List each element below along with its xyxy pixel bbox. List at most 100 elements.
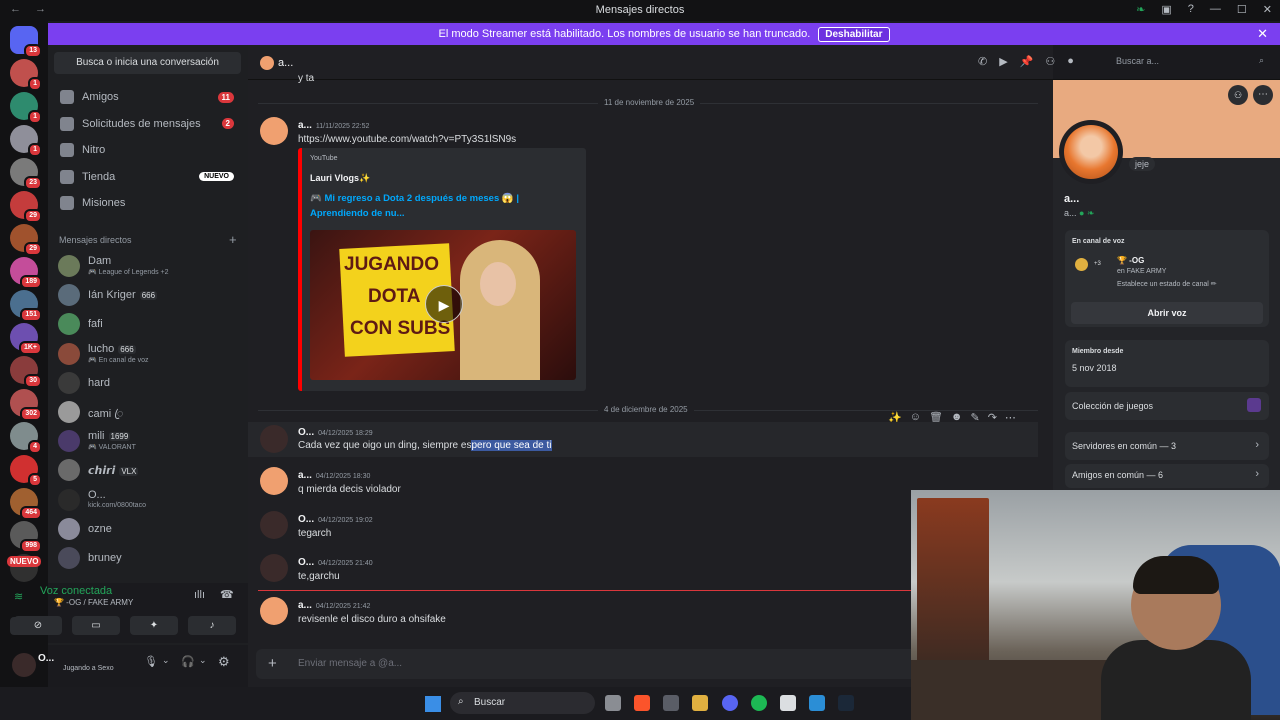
message-text[interactable]: te,garchu bbox=[298, 571, 340, 582]
voice-channel-name[interactable]: 🏆 -OG bbox=[1117, 256, 1144, 265]
server-icon[interactable]: 189 bbox=[10, 257, 42, 289]
dm-item[interactable]: fafi bbox=[58, 310, 238, 338]
disconnect-icon[interactable]: ☎ bbox=[220, 588, 234, 601]
message-text[interactable]: Cada vez que oigo un ding, siempre esper… bbox=[298, 440, 552, 451]
message-avatar[interactable] bbox=[260, 117, 288, 145]
taskbar-search[interactable]: ⌕ Buscar bbox=[450, 692, 595, 714]
minimize-icon[interactable]: — bbox=[1210, 3, 1221, 16]
dm-item[interactable]: O... kick.com/0800taco bbox=[58, 486, 238, 514]
help-icon[interactable]: ? bbox=[1188, 3, 1194, 16]
message-author[interactable]: O... 04/12/2025 18:29 bbox=[298, 427, 373, 438]
message-author[interactable]: a... 11/11/2025 22:52 bbox=[298, 120, 369, 131]
message-avatar[interactable] bbox=[260, 425, 288, 453]
dm-item[interactable]: mili 1699 🎮 VALORANT bbox=[58, 427, 238, 455]
message[interactable]: O... 04/12/2025 18:29 Cada vez que oigo u… bbox=[248, 422, 1038, 457]
disable-streamer-button[interactable]: Deshabilitar bbox=[818, 26, 890, 42]
chevron-down-icon[interactable]: ⌄ bbox=[199, 655, 207, 666]
server-icon[interactable]: 5 bbox=[10, 455, 42, 487]
dm-item[interactable]: lucho 666 🎮 En canal de voz bbox=[58, 340, 238, 368]
spotify-icon[interactable] bbox=[751, 695, 767, 711]
message-avatar[interactable] bbox=[260, 467, 288, 495]
play-icon[interactable]: ▶ bbox=[425, 285, 463, 323]
server-icon[interactable]: 29 bbox=[10, 224, 42, 256]
nav-item[interactable]: Solicitudes de mensajes 2 bbox=[54, 112, 242, 136]
author-name[interactable]: O... bbox=[298, 557, 314, 568]
soundboard-button[interactable]: ♪ bbox=[188, 616, 236, 635]
mutual-friends-row[interactable]: Amigos en común — 6 › bbox=[1065, 464, 1269, 488]
author-name[interactable]: a... bbox=[298, 120, 312, 131]
windows-start-icon[interactable] bbox=[425, 696, 441, 712]
close-window-icon[interactable]: ✕ bbox=[1263, 3, 1272, 16]
settings-gear-icon[interactable]: ⚙ bbox=[218, 654, 230, 670]
message-author[interactable]: O... 04/12/2025 19:02 bbox=[298, 514, 373, 525]
server-icon[interactable]: 1K+ bbox=[10, 323, 42, 355]
server-icon[interactable]: 29 bbox=[10, 191, 42, 223]
attach-plus-icon[interactable]: + bbox=[268, 655, 277, 672]
nav-item[interactable]: Amigos 11 bbox=[54, 85, 242, 109]
message-link[interactable]: https://www.youtube.com/watch?v=PTy3S1lS… bbox=[298, 134, 516, 145]
message-avatar[interactable] bbox=[260, 554, 288, 582]
call-icon[interactable]: ✆ bbox=[978, 55, 987, 68]
dm-item[interactable]: Dam 🎮 League of Legends +2 bbox=[58, 252, 238, 280]
video-call-icon[interactable]: ▶ bbox=[999, 55, 1007, 68]
voice-channel[interactable]: 🏆 -OG / FAKE ARMY bbox=[54, 598, 133, 607]
message-text[interactable]: revisenle el disco duro a ohsifake bbox=[298, 614, 446, 625]
find-conversation-button[interactable]: Busca o inicia una conversación bbox=[54, 52, 241, 74]
create-dm-icon[interactable]: + bbox=[229, 232, 237, 247]
author-name[interactable]: a... bbox=[298, 600, 312, 611]
profile-icon[interactable]: ● bbox=[1067, 55, 1074, 68]
discord-icon[interactable] bbox=[722, 695, 738, 711]
leaf-icon[interactable]: ❧ bbox=[1136, 3, 1145, 16]
user-avatar[interactable] bbox=[12, 653, 36, 677]
mic-icon[interactable]: 🎙 bbox=[144, 655, 158, 668]
message-avatar[interactable] bbox=[260, 597, 288, 625]
embed-title[interactable]: 🎮 Mi regreso a Dota 2 después de meses 😱… bbox=[310, 191, 560, 221]
inbox-icon[interactable]: ▣ bbox=[1161, 3, 1171, 16]
headphones-icon[interactable]: 🎧 bbox=[181, 655, 195, 668]
dm-item[interactable]: Ián Kriger 666 bbox=[58, 281, 238, 309]
server-icon[interactable]: 1 bbox=[10, 125, 42, 157]
server-icon[interactable]: 1 bbox=[10, 92, 42, 124]
add-friend-icon[interactable]: ⚇ bbox=[1045, 55, 1055, 68]
author-name[interactable]: O... bbox=[298, 427, 314, 438]
author-name[interactable]: a... bbox=[298, 470, 312, 481]
dm-item[interactable]: bruney bbox=[58, 544, 238, 572]
dm-item[interactable]: cami ꦿ bbox=[58, 398, 238, 426]
soundboard-icon[interactable]: ıllı bbox=[194, 589, 205, 601]
app-icon[interactable] bbox=[780, 695, 796, 711]
voice-status-hint[interactable]: Establece un estado de canal ✏ bbox=[1117, 280, 1217, 288]
nav-item[interactable]: Misiones bbox=[54, 191, 242, 215]
server-icon[interactable]: 30 bbox=[10, 356, 42, 388]
pin-icon[interactable]: 📌 bbox=[1020, 55, 1034, 68]
nav-item[interactable]: Nitro bbox=[54, 138, 242, 162]
video-thumbnail[interactable]: JUGANDO DOTA CON SUBS ▶ bbox=[310, 230, 576, 380]
steam-icon[interactable] bbox=[838, 695, 854, 711]
screen-share-button[interactable]: ▭ bbox=[72, 616, 120, 635]
profile-avatar[interactable] bbox=[1059, 120, 1123, 184]
more-options-icon[interactable]: ⋯ bbox=[1253, 85, 1273, 105]
task-view-icon[interactable] bbox=[605, 695, 621, 711]
mutual-servers-row[interactable]: Servidores en común — 3 › bbox=[1065, 432, 1269, 460]
server-icon[interactable]: 23 bbox=[10, 158, 42, 190]
activities-button[interactable]: ✦ bbox=[130, 616, 178, 635]
app-icon[interactable] bbox=[663, 695, 679, 711]
dm-item[interactable]: hard bbox=[58, 369, 238, 397]
message-input[interactable]: Enviar mensaje a @a... bbox=[298, 658, 402, 669]
open-voice-button[interactable]: Abrir voz bbox=[1071, 302, 1263, 324]
game-collection-row[interactable]: Colección de juegos bbox=[1065, 392, 1269, 420]
add-friend-icon[interactable]: ⚇ bbox=[1228, 85, 1248, 105]
message-author[interactable]: a... 04/12/2025 21:42 bbox=[298, 600, 370, 611]
close-banner-icon[interactable]: ✕ bbox=[1257, 26, 1268, 42]
brave-browser-icon[interactable] bbox=[634, 695, 650, 711]
message-author[interactable]: a... 04/12/2025 18:30 bbox=[298, 470, 370, 481]
maximize-icon[interactable]: ☐ bbox=[1237, 3, 1247, 16]
dm-item[interactable]: ozne bbox=[58, 515, 238, 543]
file-explorer-icon[interactable] bbox=[692, 695, 708, 711]
server-icon[interactable]: 1 bbox=[10, 59, 42, 91]
chat-search-input[interactable]: Buscar a... ⌕ bbox=[1110, 52, 1270, 72]
server-icon[interactable]: 302 bbox=[10, 389, 42, 421]
voice-status[interactable]: Voz conectada bbox=[40, 585, 112, 597]
dm-item[interactable]: 𝙘𝙝𝙞𝙧𝙞 VLX bbox=[58, 456, 238, 484]
message-text[interactable]: q mierda decis violador bbox=[298, 484, 401, 495]
embed-author[interactable]: Lauri Vlogs✨ bbox=[310, 173, 370, 184]
